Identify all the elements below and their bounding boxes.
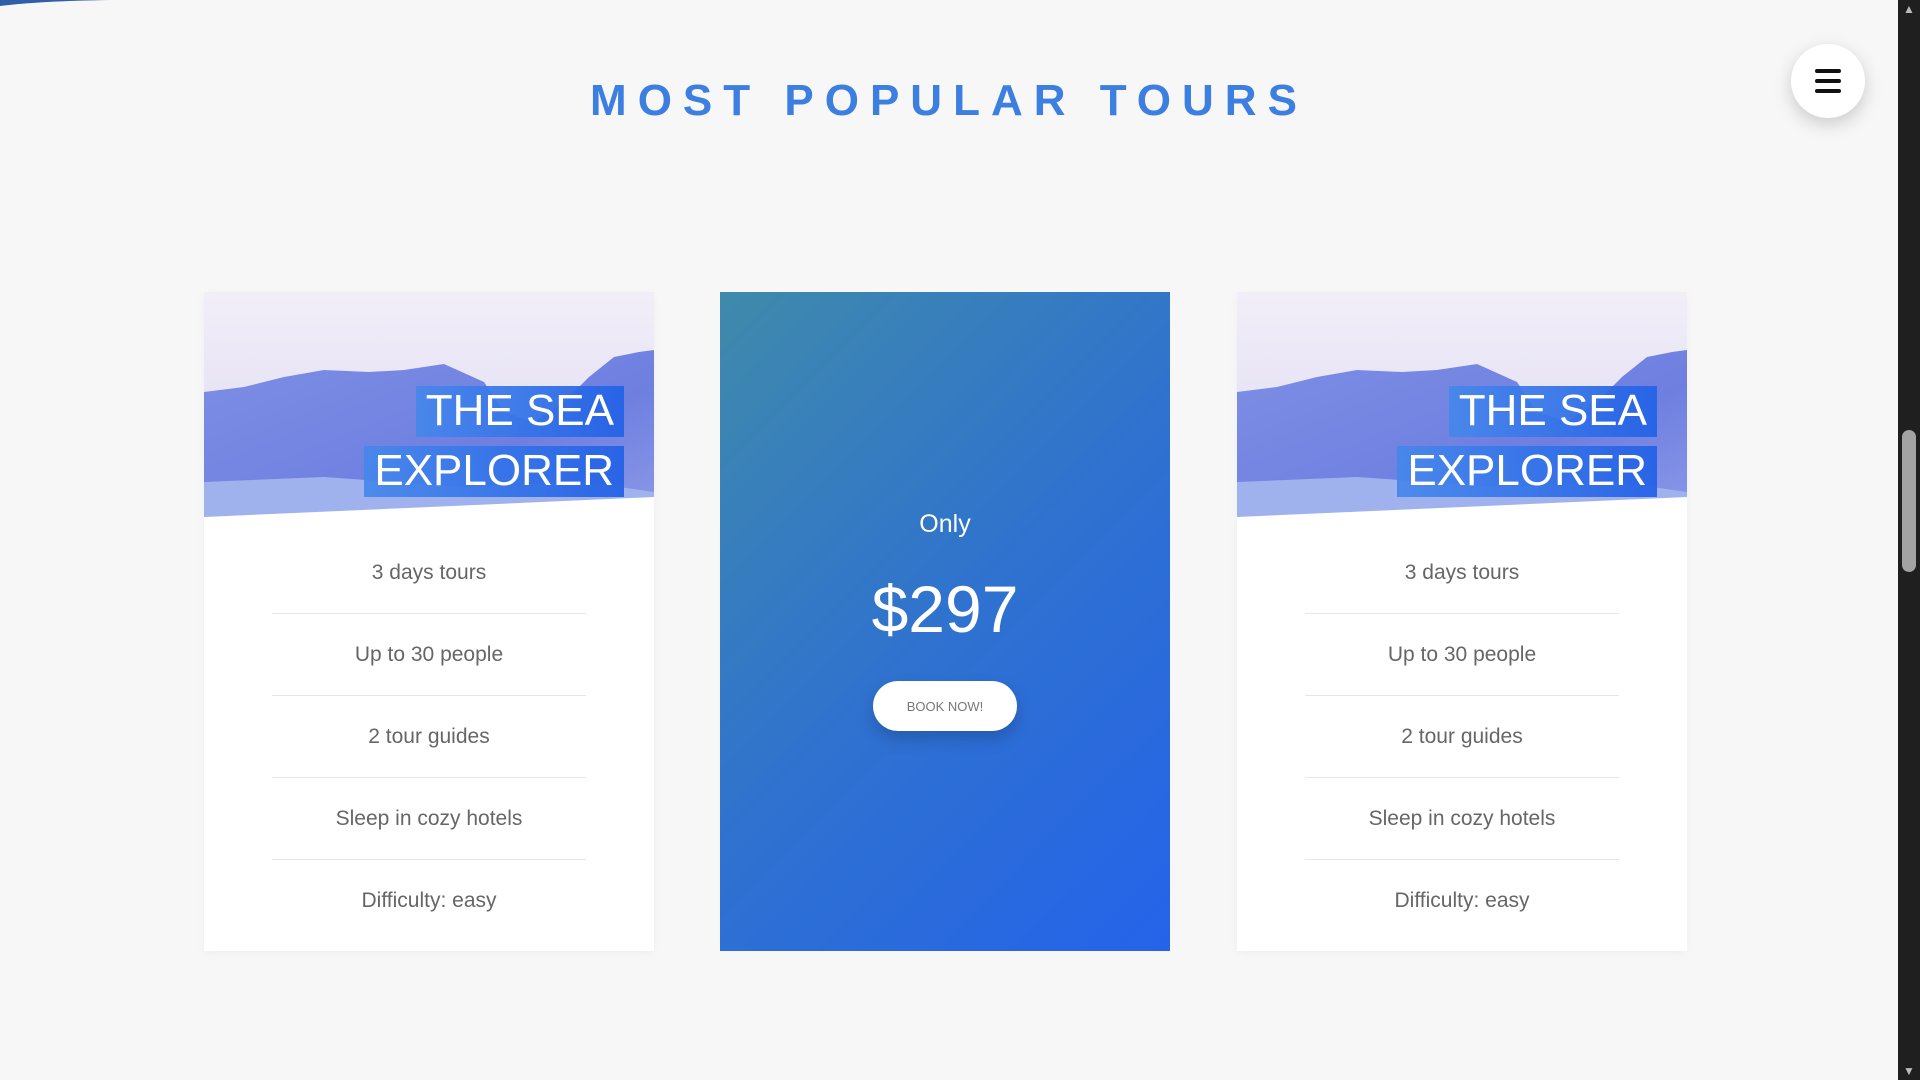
tour-heading: THE SEA EXPLORER [364,381,624,501]
tour-detail-item: 3 days tours [1305,532,1619,614]
tour-card: THE SEA EXPLORER 3 days tours Up to 30 p… [204,292,654,951]
tour-detail-item: Difficulty: easy [1394,888,1530,912]
scroll-down-arrow-icon[interactable]: ▼ [1898,1062,1920,1080]
section-title: MOST POPULAR TOURS [590,76,1308,125]
tour-detail-item: Sleep in cozy hotels [272,778,586,860]
tour-heading-line-1: THE SEA [415,386,624,437]
vertical-scrollbar[interactable]: ▲ ▼ [1898,0,1920,1080]
tour-detail-item: Up to 30 people [272,614,586,696]
tour-detail-item: 3 days tours [272,532,586,614]
hamburger-menu-icon [1815,69,1841,93]
top-curve-decoration [0,0,110,6]
book-now-button[interactable]: BOOK NOW! [873,681,1017,731]
scroll-up-arrow-icon[interactable]: ▲ [1898,0,1920,18]
tour-detail-item: Up to 30 people [1305,614,1619,696]
tour-heading: THE SEA EXPLORER [1397,381,1657,501]
tour-detail-item: 2 tour guides [272,696,586,778]
page: MOST POPULAR TOURS THE SEA EXPLORER 3 da… [0,0,1920,1080]
scrollbar-thumb[interactable] [1902,430,1916,572]
tour-heading-line-2: EXPLORER [1397,446,1657,497]
tour-detail-item: Difficulty: easy [361,888,497,912]
price-only-label: Only [919,510,971,538]
price-card: Only $297 BOOK NOW! [720,292,1170,951]
tour-details-list: 3 days tours Up to 30 people 2 tour guid… [272,532,586,941]
tour-details-list: 3 days tours Up to 30 people 2 tour guid… [1305,532,1619,941]
menu-button[interactable] [1791,44,1865,118]
price-value: $297 [871,572,1019,646]
tour-heading-line-2: EXPLORER [364,446,624,497]
tour-detail-item: Sleep in cozy hotels [1305,778,1619,860]
tour-detail-item: 2 tour guides [1305,696,1619,778]
tour-heading-line-1: THE SEA [1448,386,1657,437]
tour-card: THE SEA EXPLORER 3 days tours Up to 30 p… [1237,292,1687,951]
